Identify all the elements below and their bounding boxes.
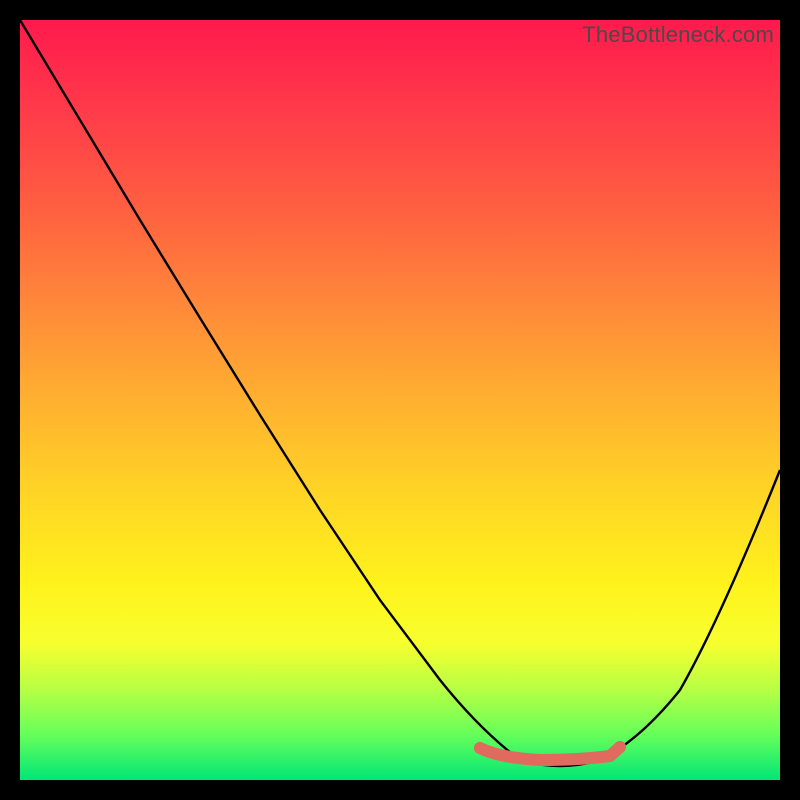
bottleneck-curve bbox=[20, 20, 780, 766]
optimal-zone-end-dot bbox=[614, 741, 626, 753]
optimal-zone-start-dot bbox=[474, 742, 486, 754]
chart-svg bbox=[20, 20, 780, 780]
watermark-text: TheBottleneck.com bbox=[582, 22, 774, 48]
optimal-zone-marker bbox=[480, 747, 620, 760]
chart-frame: TheBottleneck.com bbox=[20, 20, 780, 780]
